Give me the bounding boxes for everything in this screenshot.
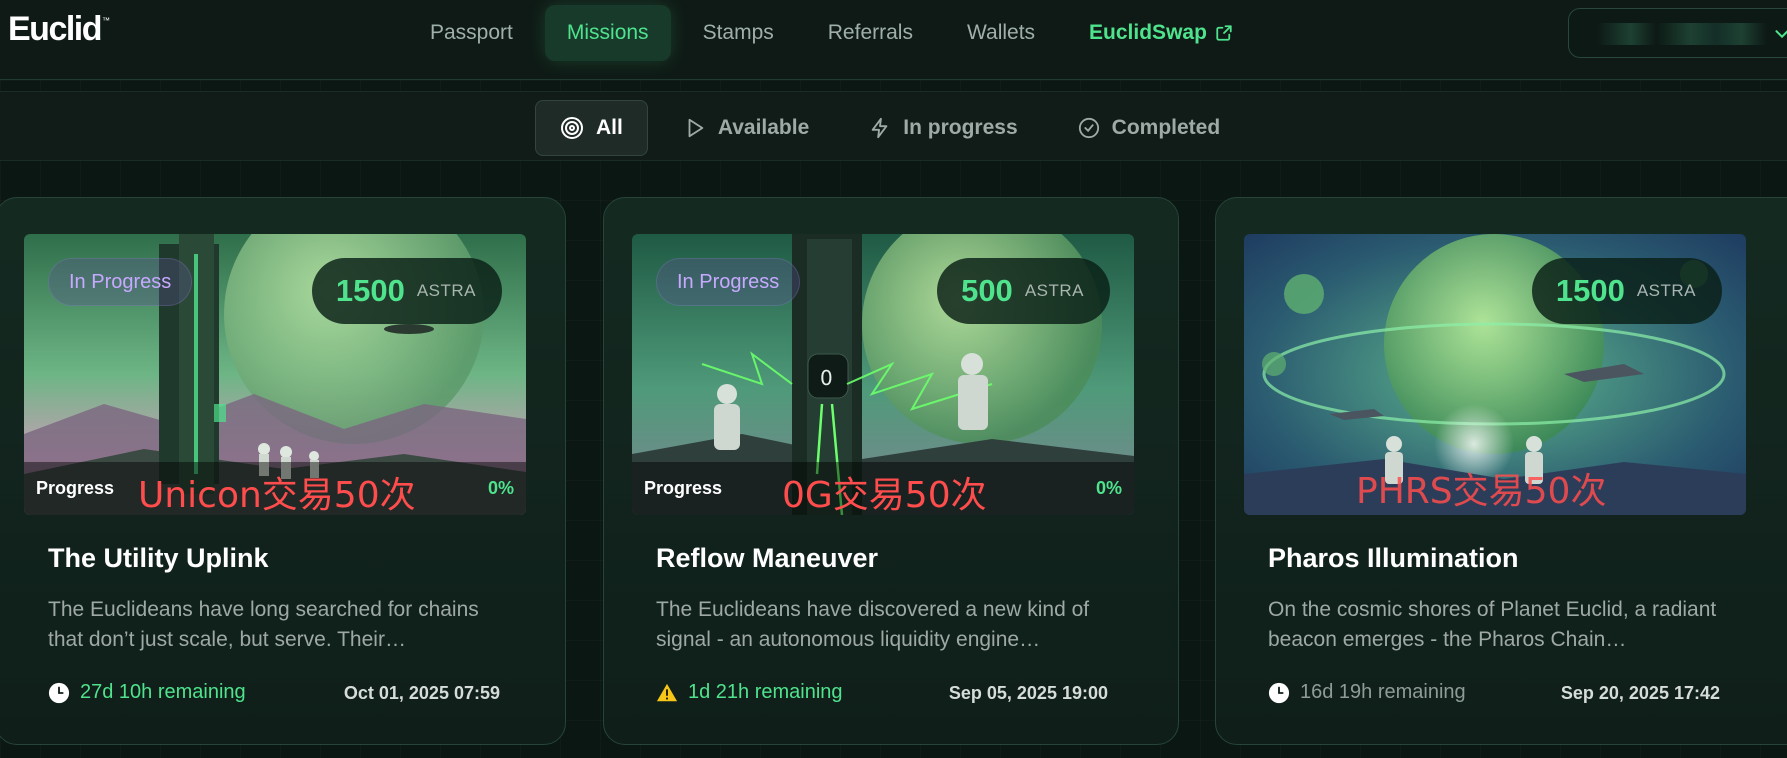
play-icon — [688, 118, 704, 138]
reward-amount: 1500 — [335, 273, 405, 308]
remaining-text: 27d 10h remaining — [80, 681, 246, 703]
filter-label: Completed — [1111, 116, 1221, 139]
time-remaining: 1d 21h remaining — [656, 681, 843, 704]
time-remaining: 16d 19h remaining — [1268, 681, 1466, 704]
reward-amount: 1500 — [1555, 273, 1625, 308]
time-remaining: 27d 10h remaining — [48, 681, 246, 704]
mission-card-reflow-maneuver[interactable]: 0 In Progress 500 ASTRA Progress 0% 0G交易… — [603, 197, 1179, 745]
nav-missions[interactable]: Missions — [544, 5, 671, 61]
reward-currency: ASTRA — [1636, 281, 1696, 300]
nav-label: Stamps — [702, 21, 774, 44]
warning-icon — [656, 683, 678, 701]
wallet-address-redacted — [1597, 23, 1767, 45]
trademark-mark: ™ — [102, 16, 111, 25]
mission-title: Pharos Illumination — [1268, 543, 1519, 573]
svg-text:0: 0 — [820, 366, 833, 390]
filter-completed[interactable]: Completed — [1054, 100, 1245, 156]
top-header: Euclid™ Passport Missions Stamps Referra… — [0, 0, 1787, 80]
progress-label: Progress — [36, 478, 115, 498]
mission-title: Reflow Maneuver — [656, 543, 879, 573]
wallet-button[interactable] — [1568, 8, 1787, 58]
mission-date: Sep 20, 2025 17:42 — [1560, 683, 1720, 703]
status-badge: In Progress — [48, 258, 193, 306]
reward-badge: 500 ASTRA — [937, 258, 1110, 324]
annotation-overlay: PHRS交易50次 — [1356, 471, 1607, 512]
mission-image: In Progress 1500 ASTRA Progress 0% Unico… — [24, 234, 526, 515]
mission-date: Sep 05, 2025 19:00 — [948, 683, 1108, 703]
external-link-icon — [1216, 25, 1232, 41]
nav-passport[interactable]: Passport — [408, 5, 535, 61]
clock-icon — [48, 682, 70, 703]
logo-text: Euclid — [8, 10, 103, 48]
filter-in-progress[interactable]: In progress — [845, 100, 1041, 156]
nav-label: EuclidSwap — [1089, 21, 1207, 44]
reward-currency: ASTRA — [1024, 281, 1084, 300]
status-badge: In Progress — [656, 258, 801, 306]
nav-label: Passport — [430, 21, 513, 44]
mission-filter-bar: All Available In progress Completed — [0, 91, 1787, 161]
mission-image: 1500 ASTRA PHRS交易50次 — [1244, 234, 1746, 515]
nav-label: Referrals — [827, 21, 913, 44]
annotation-overlay: Unicon交易50次 — [138, 475, 416, 515]
mission-description: On the cosmic shores of Planet Euclid, a… — [1268, 598, 1717, 651]
progress-percent: 0% — [487, 478, 514, 498]
mission-date: Oct 01, 2025 07:59 — [343, 683, 500, 703]
chevron-down-icon — [1775, 30, 1787, 39]
mission-footer: 1d 21h remaining Sep 05, 2025 19:00 — [656, 681, 1108, 711]
reward-amount: 500 — [961, 273, 1013, 308]
nav-euclidswap[interactable]: EuclidSwap — [1067, 5, 1255, 61]
progress-label: Progress — [644, 478, 723, 498]
filter-label: Available — [717, 116, 810, 139]
filter-label: In progress — [903, 116, 1018, 139]
nav-referrals[interactable]: Referrals — [806, 5, 935, 61]
filter-all[interactable]: All — [535, 100, 648, 156]
annotation-overlay: 0G交易50次 — [782, 475, 987, 515]
filter-label: All — [596, 116, 623, 139]
clock-icon — [1268, 682, 1290, 703]
mission-footer: 27d 10h remaining Oct 01, 2025 07:59 — [48, 681, 500, 711]
euclid-logo[interactable]: Euclid™ — [8, 10, 110, 49]
mission-image: 0 In Progress 500 ASTRA Progress 0% 0G交易… — [632, 234, 1134, 515]
mission-title: The Utility Uplink — [48, 543, 269, 573]
progress-percent: 0% — [1095, 478, 1122, 498]
check-circle-icon — [1078, 117, 1099, 139]
mission-description: The Euclideans have discovered a new kin… — [656, 598, 1090, 651]
nav-label: Wallets — [966, 21, 1036, 44]
remaining-text: 1d 21h remaining — [688, 681, 843, 703]
mission-description: The Euclideans have long searched for ch… — [48, 598, 479, 651]
reward-badge: 1500 ASTRA — [1531, 258, 1722, 324]
mission-card-utility-uplink[interactable]: In Progress 1500 ASTRA Progress 0% Unico… — [0, 197, 566, 745]
mission-card-pharos-illumination[interactable]: 1500 ASTRA PHRS交易50次 Pharos Illumination… — [1215, 197, 1787, 745]
filter-tabs: All Available In progress Completed — [535, 100, 1256, 156]
reward-badge: 1500 ASTRA — [311, 258, 502, 324]
reward-currency: ASTRA — [416, 281, 476, 300]
nav-stamps[interactable]: Stamps — [681, 5, 796, 61]
remaining-text: 16d 19h remaining — [1300, 681, 1466, 703]
nav-label: Missions — [566, 21, 649, 44]
target-icon — [561, 117, 583, 139]
nav-wallets[interactable]: Wallets — [945, 5, 1057, 61]
status-text: In Progress — [69, 270, 172, 293]
mission-footer: 16d 19h remaining Sep 20, 2025 17:42 — [1268, 681, 1720, 711]
main-nav: Passport Missions Stamps Referrals Walle… — [408, 5, 1265, 61]
lightning-icon — [872, 117, 888, 139]
status-text: In Progress — [677, 270, 780, 293]
filter-available[interactable]: Available — [660, 100, 833, 156]
